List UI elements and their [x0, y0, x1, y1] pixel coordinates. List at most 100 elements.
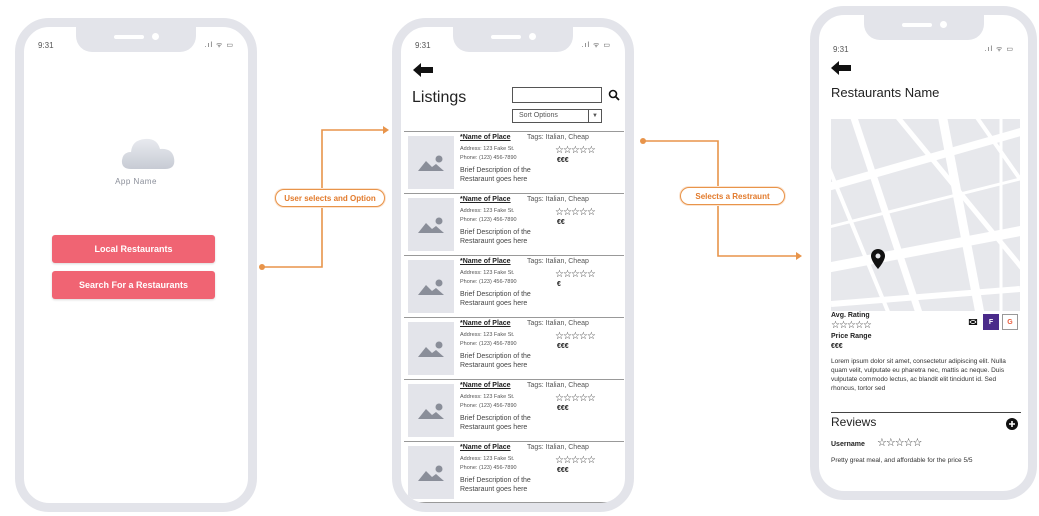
place-name-link[interactable]: *Name of Place	[460, 382, 511, 389]
place-name-link[interactable]: *Name of Place	[460, 444, 511, 451]
place-price: €€€	[557, 343, 569, 350]
place-address: Address: 123 Fake St.	[460, 456, 515, 462]
image-placeholder-icon	[408, 322, 454, 375]
add-review-icon[interactable]	[1006, 418, 1018, 430]
search-input[interactable]	[512, 87, 602, 103]
listing-row[interactable]: *Name of Place Tags: Italian, Cheap Addres…	[404, 441, 624, 503]
listing-row[interactable]: *Name of Place Tags: Italian, Cheap Addres…	[404, 255, 624, 317]
map[interactable]	[831, 119, 1020, 311]
facebook-icon[interactable]: F	[983, 314, 999, 330]
phone-notch	[863, 15, 984, 40]
listing-row[interactable]: *Name of Place Tags: Italian, Cheap Addres…	[404, 317, 624, 379]
connector-start-dot-2	[640, 138, 646, 144]
back-arrow-icon[interactable]	[831, 61, 851, 75]
place-address: Address: 123 Fake St.	[460, 146, 515, 152]
place-description: Brief Description of the Restaraunt goes…	[460, 477, 531, 493]
place-tags: Tags: Italian, Cheap	[527, 258, 589, 265]
listing-row[interactable]: *Name of Place Tags: Italian, Cheap Addres…	[404, 379, 624, 441]
place-price: €€	[557, 219, 565, 226]
page-title: Listings	[412, 89, 467, 106]
image-placeholder-icon	[408, 136, 454, 189]
avg-rating-stars: ☆☆☆☆☆	[831, 320, 872, 331]
phone-notch	[76, 27, 196, 52]
image-placeholder-icon	[408, 198, 454, 251]
map-pin-icon	[871, 249, 885, 269]
back-arrow-icon[interactable]	[413, 63, 433, 77]
place-price: €	[557, 281, 561, 288]
place-rating-stars: ☆☆☆☆☆	[555, 393, 596, 404]
phone-restaurant-detail-screen: 9:31 .ıl ᯤ ▭ Restaurants Name Avg. Ratin…	[810, 6, 1037, 500]
restaurant-description: Lorem ipsum dolor sit amet, consectetur …	[831, 358, 1006, 392]
status-time: 9:31	[38, 41, 54, 50]
image-placeholder-icon	[408, 260, 454, 313]
search-icon[interactable]	[608, 89, 620, 101]
image-placeholder-icon	[408, 384, 454, 437]
review-text: Pretty great meal, and affordable for th…	[831, 457, 973, 464]
place-rating-stars: ☆☆☆☆☆	[555, 269, 596, 280]
chevron-down-icon: ▼	[588, 110, 601, 122]
avg-rating-label: Avg. Rating	[831, 312, 870, 319]
search-restaurants-button[interactable]: Search For a Restaurants	[52, 271, 215, 299]
map-streets	[831, 119, 1020, 311]
connector-arrowhead-1	[383, 126, 389, 134]
review-stars: ☆☆☆☆☆	[877, 437, 922, 449]
place-rating-stars: ☆☆☆☆☆	[555, 207, 596, 218]
place-phone: Phone: (123) 456-7890	[460, 341, 517, 347]
place-rating-stars: ☆☆☆☆☆	[555, 331, 596, 342]
place-description: Brief Description of the Restaraunt goes…	[460, 353, 531, 369]
place-name-link[interactable]: *Name of Place	[460, 134, 511, 141]
price-range-label: Price Range	[831, 333, 872, 340]
listing-row[interactable]: *Name of Place Tags: Italian, Cheap Addres…	[404, 193, 624, 255]
reviews-heading: Reviews	[831, 415, 877, 429]
review-username: Username	[831, 441, 865, 448]
sort-options-select[interactable]: Sort Options ▼	[512, 109, 602, 123]
place-price: €€€	[557, 157, 569, 164]
place-rating-stars: ☆☆☆☆☆	[555, 145, 596, 156]
restaurant-name: Restaurants Name	[831, 85, 940, 100]
cloud-logo-icon	[121, 138, 175, 169]
place-name-link[interactable]: *Name of Place	[460, 320, 511, 327]
place-description: Brief Description of the Restaraunt goes…	[460, 229, 531, 245]
place-phone: Phone: (123) 456-7890	[460, 155, 517, 161]
place-description: Brief Description of the Restaraunt goes…	[460, 415, 531, 431]
place-description: Brief Description of the Restaraunt goes…	[460, 167, 531, 183]
place-description: Brief Description of the Restaraunt goes…	[460, 291, 531, 307]
phone-notch	[453, 27, 573, 52]
divider	[831, 412, 1021, 413]
mail-icon[interactable]: ✉	[965, 314, 981, 330]
place-tags: Tags: Italian, Cheap	[527, 134, 589, 141]
place-tags: Tags: Italian, Cheap	[527, 444, 589, 451]
listing-row[interactable]: *Name of Place Tags: Italian, Cheap Addres…	[404, 131, 624, 193]
place-phone: Phone: (123) 456-7890	[460, 217, 517, 223]
place-address: Address: 123 Fake St.	[460, 208, 515, 214]
local-restaurants-button[interactable]: Local Restaurants	[52, 235, 215, 263]
status-time: 9:31	[833, 45, 849, 54]
place-tags: Tags: Italian, Cheap	[527, 320, 589, 327]
place-phone: Phone: (123) 456-7890	[460, 279, 517, 285]
listings-list: *Name of Place Tags: Italian, Cheap Addres…	[404, 131, 624, 503]
place-address: Address: 123 Fake St.	[460, 270, 515, 276]
phone-listings-screen: 9:31 .ıl ᯤ ▭ Listings Sort Options ▼ *Na…	[392, 18, 634, 512]
place-phone: Phone: (123) 456-7890	[460, 465, 517, 471]
place-tags: Tags: Italian, Cheap	[527, 382, 589, 389]
connector-arrowhead-2	[796, 252, 802, 260]
app-name: App Name	[115, 177, 157, 186]
connector-label-2: Selects a Restraunt	[680, 187, 785, 205]
place-phone: Phone: (123) 456-7890	[460, 403, 517, 409]
place-address: Address: 123 Fake St.	[460, 394, 515, 400]
status-time: 9:31	[415, 41, 431, 50]
status-icons: .ıl ᯤ ▭	[204, 42, 234, 49]
place-rating-stars: ☆☆☆☆☆	[555, 455, 596, 466]
price-range-value: €€€	[831, 343, 843, 350]
connector-label-1: User selects and Option	[275, 189, 385, 207]
place-name-link[interactable]: *Name of Place	[460, 258, 511, 265]
place-name-link[interactable]: *Name of Place	[460, 196, 511, 203]
image-placeholder-icon	[408, 446, 454, 499]
place-address: Address: 123 Fake St.	[460, 332, 515, 338]
connector-start-dot-1	[259, 264, 265, 270]
place-price: €€€	[557, 467, 569, 474]
status-icons: .ıl ᯤ ▭	[984, 46, 1014, 53]
google-icon[interactable]: G	[1002, 314, 1018, 330]
place-tags: Tags: Italian, Cheap	[527, 196, 589, 203]
place-price: €€€	[557, 405, 569, 412]
